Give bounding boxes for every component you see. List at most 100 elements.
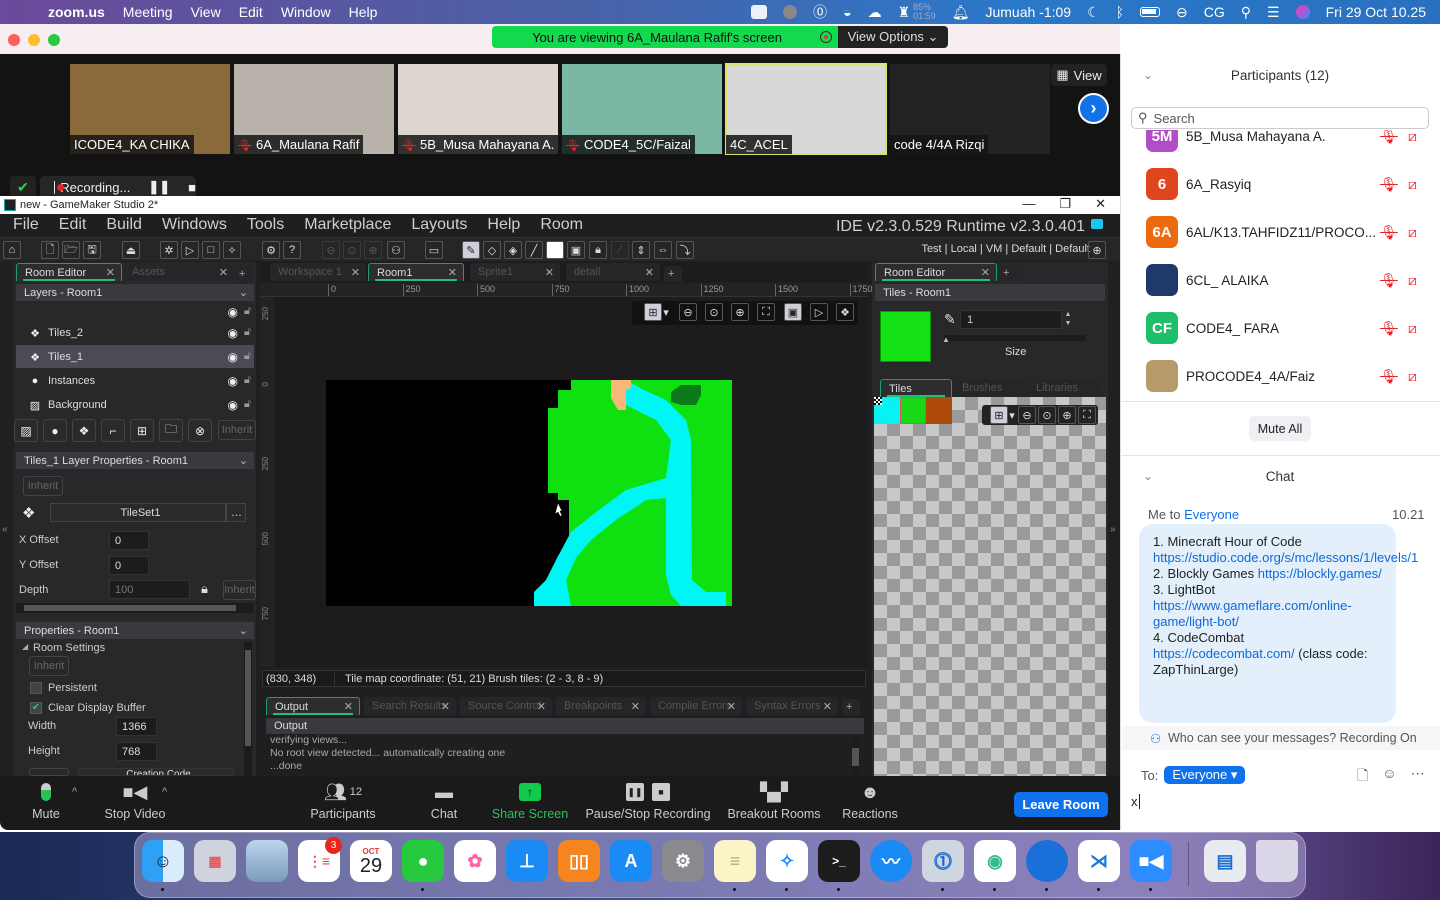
menu-help[interactable]: Help [349, 4, 378, 20]
tileset-browse-button[interactable]: … [226, 503, 246, 522]
close-tab-icon[interactable]: ✕ [537, 700, 546, 713]
muted-mic-icon[interactable]: 🎙︎ [1380, 368, 1398, 385]
pencil-tool-icon[interactable]: ✎ [462, 241, 480, 259]
battery-widget[interactable]: ♜ 85% 01:59 [898, 3, 936, 21]
depth-input[interactable]: 100 [109, 580, 190, 599]
slider-handle[interactable]: ▲ [942, 335, 950, 344]
transparent-tile[interactable] [874, 397, 882, 405]
fit-view-icon[interactable]: ⛶ [757, 303, 775, 321]
add-right-tab-button[interactable]: + [998, 265, 1018, 281]
layer-row-background[interactable]: ▨ Background ◉ 🔓︎ [16, 393, 254, 416]
output-tab-breakpoints[interactable]: Breakpoints ✕ [556, 697, 646, 715]
open-project-icon[interactable]: 🗁 [62, 241, 80, 259]
tileset-fit-icon[interactable]: ⛶ [1078, 406, 1096, 424]
dock-zoom-icon[interactable]: ■◀ [1130, 840, 1172, 882]
brush-size-input[interactable]: 1 [960, 310, 1062, 329]
clean-icon[interactable]: ✧ [223, 241, 241, 259]
stop-recording-button[interactable]: ■ [188, 180, 196, 195]
dock-books-icon[interactable]: ▯▯ [558, 840, 600, 882]
mute-all-button[interactable]: Mute All [1249, 416, 1311, 441]
participant-row[interactable]: 5M 5B_Musa Mahayana A. 🎙︎ ⧄ [1146, 130, 1436, 152]
add-tile-layer-button[interactable]: ❖ [72, 419, 96, 442]
video-off-icon[interactable]: ⧄ [1408, 130, 1417, 145]
user-initials[interactable]: CG [1204, 4, 1225, 20]
chat-link[interactable]: https://blockly.games/ [1258, 566, 1382, 581]
magic-tool-icon[interactable]: ⁄ [611, 241, 629, 259]
video-tile[interactable]: 4C_ACEL [725, 63, 887, 155]
dock-downloads-stack-icon[interactable]: ▤ [1204, 840, 1246, 882]
home-icon[interactable]: ⌂ [3, 241, 21, 259]
gm-menu-room[interactable]: Room [540, 216, 583, 234]
line-tool-icon[interactable]: ╱ [525, 241, 543, 259]
dock-trash-icon[interactable] [1256, 840, 1298, 882]
tile-tab-brushes[interactable]: Brushes [954, 379, 1026, 397]
dock-system-preferences-icon[interactable]: ⚙ [662, 840, 704, 882]
inherit-depth-button[interactable]: Inherit [223, 580, 256, 600]
close-window-button[interactable] [8, 34, 20, 46]
muted-mic-icon[interactable]: 🎙︎ [1380, 272, 1398, 289]
video-tile[interactable]: 🎙︎ 5B_Musa Mahayana A. [398, 64, 558, 154]
tileset-zoom-out-icon[interactable]: ⊖ [1018, 406, 1036, 424]
layers-header[interactable]: Layers - Room1 ⌄ [16, 284, 254, 301]
audio-options-chevron-icon[interactable]: ^ [72, 786, 77, 798]
add-doc-tab-button[interactable]: + [664, 266, 682, 282]
dock-notes-icon[interactable]: ≡ [714, 840, 756, 882]
dock-preview-icon[interactable] [246, 840, 288, 882]
tileset-zoom-reset-icon[interactable]: ⊙ [1038, 406, 1056, 424]
close-tab-icon[interactable]: ✕ [823, 700, 832, 713]
add-folder-button[interactable]: 🗀 [159, 419, 183, 442]
creation-code-button[interactable]: Creation Code [78, 768, 234, 776]
menu-app-zoom[interactable]: zoom.us [48, 4, 105, 20]
muted-mic-icon[interactable]: 🎙︎ [1380, 176, 1398, 193]
room-tilemap[interactable] [326, 380, 732, 606]
gm-minimize-button[interactable]: — [1022, 196, 1035, 212]
gm-menu-edit[interactable]: Edit [59, 216, 87, 234]
video-tile[interactable]: ICODE4_KA CHIKA [70, 64, 230, 154]
help-icon[interactable]: ? [283, 241, 301, 259]
stop-icon[interactable]: □ [202, 241, 220, 259]
participant-row[interactable]: PROCODE4_4A/Faiz 🎙︎ ⧄ [1146, 360, 1436, 392]
dock-keynote-icon[interactable]: ⊥ [506, 840, 548, 882]
chat-link[interactable]: https://www.gameflare.com/online-game/li… [1153, 598, 1352, 629]
dirt-tile[interactable] [926, 397, 952, 424]
add-instance-layer-button[interactable]: ● [43, 419, 67, 442]
video-off-icon[interactable]: ⧄ [1408, 368, 1417, 385]
chat-recipient[interactable]: Everyone [1184, 507, 1239, 522]
minimize-window-button[interactable] [28, 34, 40, 46]
battery-icon[interactable] [1140, 7, 1161, 17]
dock-photos-icon[interactable]: ✿ [454, 840, 496, 882]
dock-messages-icon[interactable]: ● [402, 840, 444, 882]
participant-row[interactable]: 6 6A_Rasyiq 🎙︎ ⧄ [1146, 168, 1436, 200]
tab-room-editor[interactable]: Room Editor ✕ [16, 263, 122, 281]
inherit-room-button[interactable]: Inherit [29, 656, 69, 676]
output-scrollbar[interactable] [851, 738, 860, 774]
muted-mic-icon[interactable]: 🎙︎ [1380, 130, 1398, 145]
doc-tab-room1[interactable]: Room1 ✕ [368, 263, 464, 281]
gm-menu-tools[interactable]: Tools [247, 216, 284, 234]
breakout-rooms-button[interactable]: ▚▞ Breakout Rooms [726, 777, 822, 822]
add-background-layer-button[interactable]: ▨ [14, 419, 38, 442]
dock-appstore-icon[interactable]: A [610, 840, 652, 882]
y-offset-input[interactable]: 0 [109, 556, 149, 575]
next-page-button[interactable]: › [1078, 93, 1109, 124]
video-tile[interactable]: 🎙︎ 6A_Maulana Rafif [234, 64, 394, 154]
recipient-dropdown[interactable]: Everyone ▾ [1164, 766, 1246, 784]
gm-close-button[interactable]: ✕ [1095, 196, 1106, 212]
dock-vscode-icon[interactable]: ⋊ [1078, 840, 1120, 882]
participants-search-input[interactable]: ⚲ Search [1131, 107, 1429, 129]
layer-row-tiles_1[interactable]: ❖ Tiles_1 ◉ 🔓︎ [16, 345, 254, 368]
close-tab-icon[interactable]: ✕ [344, 700, 353, 713]
share-screen-button[interactable]: ↑ Share Screen [490, 777, 570, 821]
output-tab-output[interactable]: Output ✕ [266, 697, 360, 715]
preferences-icon[interactable]: ⚙ [262, 241, 280, 259]
view-layout-button[interactable]: ▦ View [1051, 64, 1107, 86]
close-tab-icon[interactable]: ✕ [106, 266, 115, 279]
output-tab-syntax-errors[interactable]: Syntax Errors ✕ [746, 697, 838, 715]
gamepad-icon[interactable]: ⚇ [387, 241, 405, 259]
video-off-icon[interactable]: ⧄ [1408, 176, 1417, 193]
dock-1password-icon[interactable]: ⓵ [922, 840, 964, 882]
brush-size-slider[interactable]: ▲ [942, 335, 1086, 344]
add-tab-button[interactable]: + [235, 265, 253, 283]
moon-icon[interactable]: ☾ [1087, 4, 1100, 21]
menu-view[interactable]: View [191, 4, 221, 20]
